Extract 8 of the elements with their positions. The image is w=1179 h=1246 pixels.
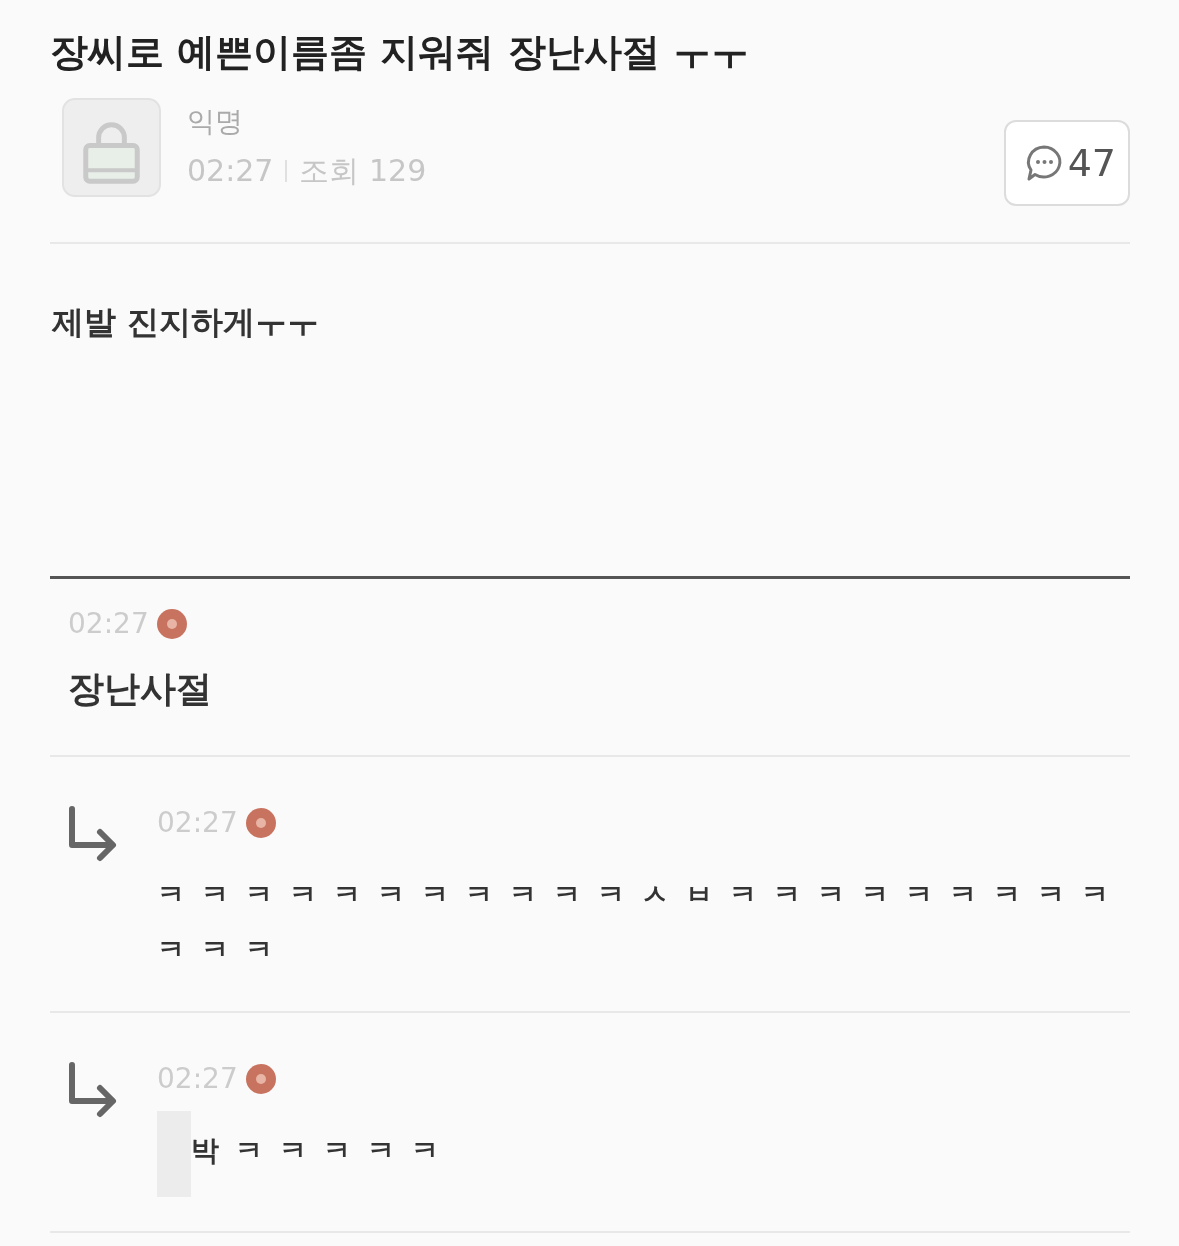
lock-avatar-icon [62, 98, 161, 197]
reply-text: 박ㅋㅋㅋㅋㅋ [191, 1133, 455, 1169]
post-body: 제발 진지하게ㅜㅜ [51, 302, 320, 342]
reply-text: ㅋㅋㅋㅋㅋㅋㅋㅋㅋㅋㅋㅅㅂㅋㅋㅋㅋㅋㅋㅋㅋㅋㅋㅋㅋ [157, 877, 1126, 968]
comment-text: 장난사절 [68, 667, 212, 711]
post-title: 장씨로 예쁜이름좀 지워줘 장난사절 ㅜㅜ [50, 29, 750, 76]
author-name: 익명 [187, 104, 244, 140]
comment-count-button[interactable]: 47 [1003, 120, 1130, 206]
